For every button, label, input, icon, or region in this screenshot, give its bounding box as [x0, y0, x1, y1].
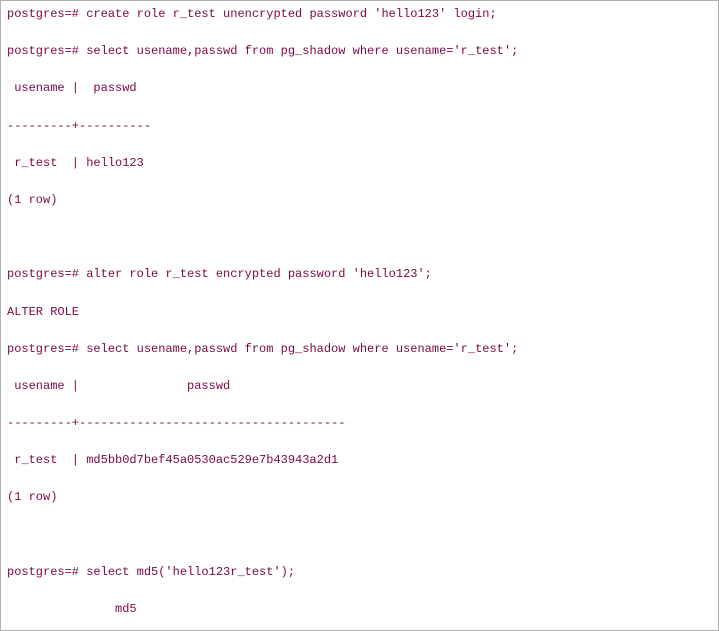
blank-line [7, 61, 712, 80]
cmd-select-md5: postgres=# select md5('hello123r_test'); [7, 563, 712, 582]
blank-line [7, 284, 712, 303]
table-header-2: usename | passwd [7, 377, 712, 396]
cmd-select-2: postgres=# select usename,passwd from pg… [7, 340, 712, 359]
blank-line [7, 135, 712, 154]
table-row-2: r_test | md5bb0d7bef45a0530ac529e7b43943… [7, 451, 712, 470]
row-count-2: (1 row) [7, 488, 712, 507]
blank-line [7, 581, 712, 600]
blank-line [7, 210, 712, 229]
table-separator-1: ---------+---------- [7, 117, 712, 136]
table-header-3: md5 [7, 600, 712, 619]
blank-line [7, 619, 712, 631]
cmd-select-1: postgres=# select usename,passwd from pg… [7, 42, 712, 61]
blank-line [7, 526, 712, 545]
terminal-output: postgres=# create role r_test unencrypte… [7, 5, 712, 631]
blank-line [7, 228, 712, 247]
blank-line [7, 98, 712, 117]
blank-line [7, 544, 712, 563]
blank-line [7, 507, 712, 526]
blank-line [7, 247, 712, 266]
table-separator-2: ---------+------------------------------… [7, 414, 712, 433]
blank-line [7, 395, 712, 414]
blank-line [7, 358, 712, 377]
blank-line [7, 172, 712, 191]
cmd-create-role: postgres=# create role r_test unencrypte… [7, 5, 712, 24]
table-row-1: r_test | hello123 [7, 154, 712, 173]
table-header-1: usename | passwd [7, 79, 712, 98]
blank-line [7, 433, 712, 452]
row-count-1: (1 row) [7, 191, 712, 210]
cmd-alter-role: postgres=# alter role r_test encrypted p… [7, 265, 712, 284]
blank-line [7, 470, 712, 489]
blank-line [7, 321, 712, 340]
alter-role-result: ALTER ROLE [7, 303, 712, 322]
blank-line [7, 24, 712, 43]
